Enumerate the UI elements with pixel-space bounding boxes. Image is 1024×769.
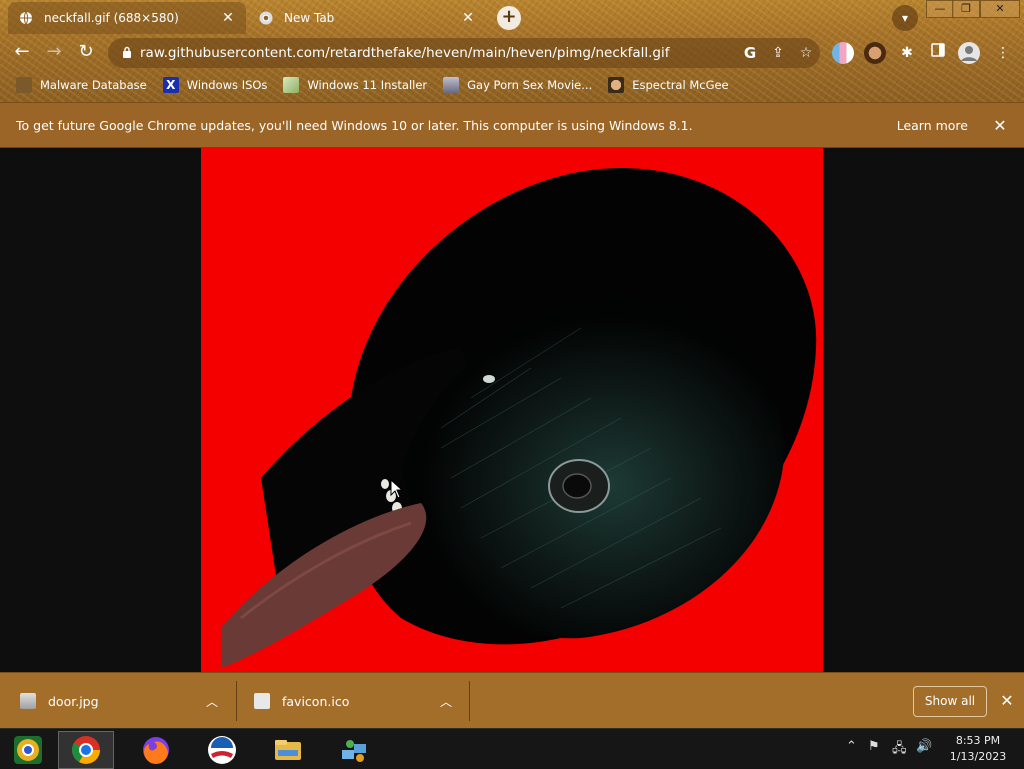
- mouse-cursor-icon: [390, 479, 404, 499]
- x-logo-icon: X: [162, 77, 179, 93]
- face-icon: [608, 77, 625, 93]
- malware-db-icon: [16, 77, 32, 93]
- share-icon[interactable]: ⇪: [764, 41, 792, 65]
- chevron-up-icon[interactable]: ︿: [440, 693, 452, 710]
- clock-time: 8:53 PM: [955, 734, 1001, 747]
- bookmark-label: Espectral McGee: [632, 78, 729, 92]
- image-file-icon: [20, 693, 36, 709]
- bookmark-windows-isos[interactable]: X Windows ISOs: [162, 77, 268, 93]
- menu-kebab-icon[interactable]: ⋮: [992, 42, 1014, 64]
- divider: [236, 681, 237, 721]
- forward-button[interactable]: →: [42, 40, 66, 64]
- minimize-button[interactable]: —: [926, 0, 954, 18]
- bookmarks-bar: Malware Database X Windows ISOs Windows …: [0, 72, 1024, 98]
- close-icon[interactable]: ✕: [988, 116, 1012, 135]
- tab-search-button[interactable]: ▾: [892, 5, 918, 31]
- bookmark-label: Windows 11 Installer: [307, 78, 428, 92]
- tab-strip: neckfall.gif (688×580) ✕ New Tab ✕ + ▾ —…: [0, 0, 1024, 34]
- flag-icon[interactable]: ⚑: [868, 739, 880, 754]
- address-bar[interactable]: raw.githubusercontent.com/retardthefake/…: [108, 38, 820, 68]
- system-clock[interactable]: 8:53 PM 1/13/2023: [938, 733, 1018, 765]
- infobar-message: To get future Google Chrome updates, you…: [16, 117, 693, 133]
- clock-date: 1/13/2023: [949, 750, 1007, 763]
- profile-icon[interactable]: [958, 42, 980, 64]
- back-button[interactable]: ←: [10, 40, 34, 64]
- chevron-up-icon[interactable]: ︿: [206, 693, 218, 710]
- bookmark-star-icon[interactable]: ☆: [792, 41, 820, 65]
- learn-more-link[interactable]: Learn more: [897, 118, 968, 133]
- new-tab-button[interactable]: +: [497, 6, 521, 30]
- neckfall-gif-image: [201, 148, 823, 672]
- download-name: door.jpg: [48, 693, 99, 709]
- extensions-puzzle-icon[interactable]: ✱: [896, 42, 918, 64]
- bookmark-movie[interactable]: Gay Porn Sex Movie...: [443, 77, 592, 93]
- installer-icon: [283, 77, 300, 93]
- file-icon: [254, 693, 270, 709]
- close-tab-icon[interactable]: ✕: [220, 10, 236, 26]
- volume-icon[interactable]: 🔊: [916, 739, 932, 754]
- tab-title: New Tab: [284, 11, 335, 25]
- update-infobar: To get future Google Chrome updates, you…: [0, 102, 1024, 148]
- chrome-canary-icon[interactable]: [0, 731, 56, 769]
- page-viewport: [0, 148, 1024, 672]
- side-panel-icon[interactable]: [927, 42, 949, 64]
- url-text[interactable]: raw.githubusercontent.com/retardthefake/…: [140, 45, 736, 61]
- close-icon[interactable]: ✕: [998, 691, 1016, 710]
- extension-avatar-icon[interactable]: [832, 42, 854, 64]
- maximize-button[interactable]: ❐: [952, 0, 980, 18]
- divider: [469, 681, 470, 721]
- google-lens-icon[interactable]: G: [736, 41, 764, 65]
- lock-icon[interactable]: [122, 46, 140, 61]
- download-item-door[interactable]: door.jpg ︿: [20, 681, 230, 721]
- chrome-icon[interactable]: [58, 731, 114, 769]
- bookmark-espectral-mcgee[interactable]: Espectral McGee: [608, 77, 729, 93]
- downloads-bar: door.jpg ︿ favicon.ico ︿ Show all ✕: [0, 672, 1024, 728]
- show-hidden-icons-icon[interactable]: ⌃: [846, 739, 857, 754]
- tab-new-tab[interactable]: New Tab ✕: [248, 2, 486, 34]
- bookmark-label: Windows ISOs: [186, 78, 268, 92]
- tab-neckfall[interactable]: neckfall.gif (688×580) ✕: [8, 2, 246, 34]
- close-tab-icon[interactable]: ✕: [460, 10, 476, 26]
- bookmark-malware-database[interactable]: Malware Database: [16, 77, 147, 93]
- bookmark-windows-11-installer[interactable]: Windows 11 Installer: [283, 77, 427, 93]
- file-explorer-icon[interactable]: [260, 731, 316, 769]
- taskbar: ⌃ ⚑ 🖧 🔊 8:53 PM 1/13/2023: [0, 728, 1024, 769]
- network-icon[interactable]: [326, 731, 382, 769]
- bookmark-label: Malware Database: [40, 78, 147, 92]
- bookmark-label: Gay Porn Sex Movie...: [467, 78, 593, 92]
- chrome-icon: [258, 10, 274, 26]
- tab-title: neckfall.gif (688×580): [44, 11, 179, 25]
- extension-avatar2-icon[interactable]: [864, 42, 886, 64]
- pc-icon: [443, 77, 460, 93]
- firefox-icon[interactable]: [128, 731, 184, 769]
- close-window-button[interactable]: ✕: [980, 0, 1020, 18]
- download-name: favicon.ico: [282, 693, 350, 709]
- network-tray-icon[interactable]: 🖧: [892, 739, 907, 761]
- reload-button[interactable]: ↻: [74, 40, 98, 64]
- globe-icon: [18, 10, 34, 26]
- obama-logo-icon[interactable]: [194, 731, 250, 769]
- toolbar: ← → ↻ raw.githubusercontent.com/retardth…: [0, 36, 1024, 68]
- show-all-button[interactable]: Show all: [913, 686, 987, 717]
- download-item-favicon[interactable]: favicon.ico ︿: [254, 681, 464, 721]
